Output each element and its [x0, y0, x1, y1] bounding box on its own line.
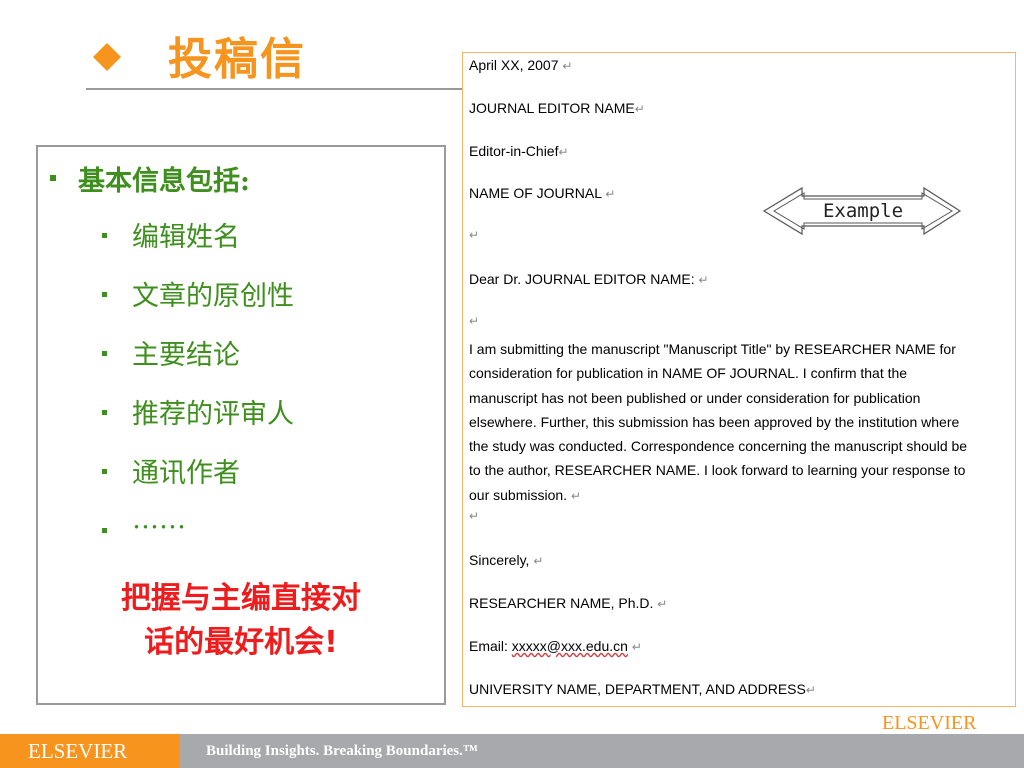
letter-body-line: I am submitting the manuscript "Manuscri… — [469, 341, 956, 357]
letter-body-line: our submission. ↵ — [469, 486, 581, 503]
return-mark: ↵ — [469, 509, 480, 523]
list-item: 推荐的评审人 — [132, 399, 294, 430]
letter-address: UNIVERSITY NAME, DEPARTMENT, AND ADDRESS… — [469, 681, 816, 697]
emphasis-line-1: 把握与主编直接对 — [121, 581, 361, 616]
letter-body: I am submitting the manuscript "Manuscri… — [469, 337, 1009, 508]
bullet-icon — [102, 469, 107, 474]
bullet-icon — [102, 410, 107, 415]
letter-signature: RESEARCHER NAME, Ph.D. ↵ — [469, 595, 668, 611]
footer-brand-block: ELSEVIER — [0, 734, 180, 768]
title-diamond-icon — [93, 43, 121, 71]
list-item: 文章的原创性 — [132, 281, 294, 312]
letter-body-line: to the author, RESEARCHER NAME. I look f… — [469, 462, 966, 479]
letter-body-line: the study was conducted. Correspondence … — [469, 438, 968, 455]
letter-date: April XX, 2007 ↵ — [469, 57, 573, 73]
email-link[interactable]: xxxxx@xxx.edu.cn — [512, 638, 628, 654]
elsevier-logo-right: ELSEVIER — [882, 712, 977, 734]
example-label: Example — [822, 200, 904, 222]
return-mark: ↵ — [469, 314, 480, 328]
bullet-icon — [102, 528, 107, 533]
bullet-icon — [102, 292, 107, 297]
letter-body-line: consideration for publication in NAME OF… — [469, 365, 908, 382]
emphasis-part-a: 话的 — [144, 625, 205, 660]
list-item: 通讯作者 — [132, 458, 240, 489]
title-divider — [86, 88, 466, 90]
emphasis-line-2: 话的最好机会! — [40, 621, 442, 665]
info-box: 基本信息包括: 编辑姓名 文章的原创性 主要结论 推荐的评审人 通讯作者 …… … — [36, 145, 446, 705]
letter-body-line: elsewhere. Further, this submission has … — [469, 413, 960, 430]
letter-closing: Sincerely, ↵ — [469, 552, 544, 568]
cover-letter: April XX, 2007 ↵ JOURNAL EDITOR NAME↵ Ed… — [462, 52, 1016, 707]
bullet-icon — [102, 351, 107, 356]
emphasis-part-b: 最好机会 — [204, 625, 325, 660]
slide-title: 投稿信 — [168, 34, 306, 85]
letter-salutation: Dear Dr. JOURNAL EDITOR NAME: ↵ — [469, 271, 709, 287]
letter-editor-name: JOURNAL EDITOR NAME↵ — [469, 100, 645, 116]
bullet-icon — [102, 233, 107, 238]
letter-body-line: manuscript has not been published or und… — [469, 389, 921, 406]
bullet-icon — [50, 175, 56, 181]
footer-brand: ELSEVIER — [28, 739, 128, 763]
emphasis-part-c: ! — [324, 625, 338, 660]
list-item: …… — [132, 504, 186, 535]
letter-editor-title: Editor-in-Chief↵ — [469, 143, 569, 159]
list-item: 主要结论 — [132, 340, 240, 371]
letter-email: Email: xxxxx@xxx.edu.cn ↵ — [469, 638, 642, 654]
footer-bar: ELSEVIER Building Insights. Breaking Bou… — [0, 734, 1024, 768]
footer-slogan: Building Insights. Breaking Boundaries.™ — [206, 743, 478, 759]
info-heading: 基本信息包括: — [78, 166, 250, 197]
list-item: 编辑姓名 — [132, 222, 240, 253]
letter-journal-name: NAME OF JOURNAL ↵ — [469, 185, 616, 201]
return-mark: ↵ — [469, 228, 480, 242]
